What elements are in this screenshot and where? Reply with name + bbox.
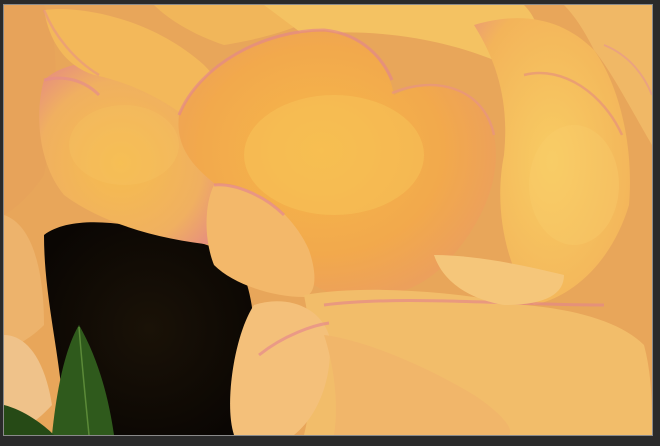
flower-photo [4, 5, 652, 435]
photo-frame [0, 0, 660, 446]
photo-border [3, 4, 653, 436]
